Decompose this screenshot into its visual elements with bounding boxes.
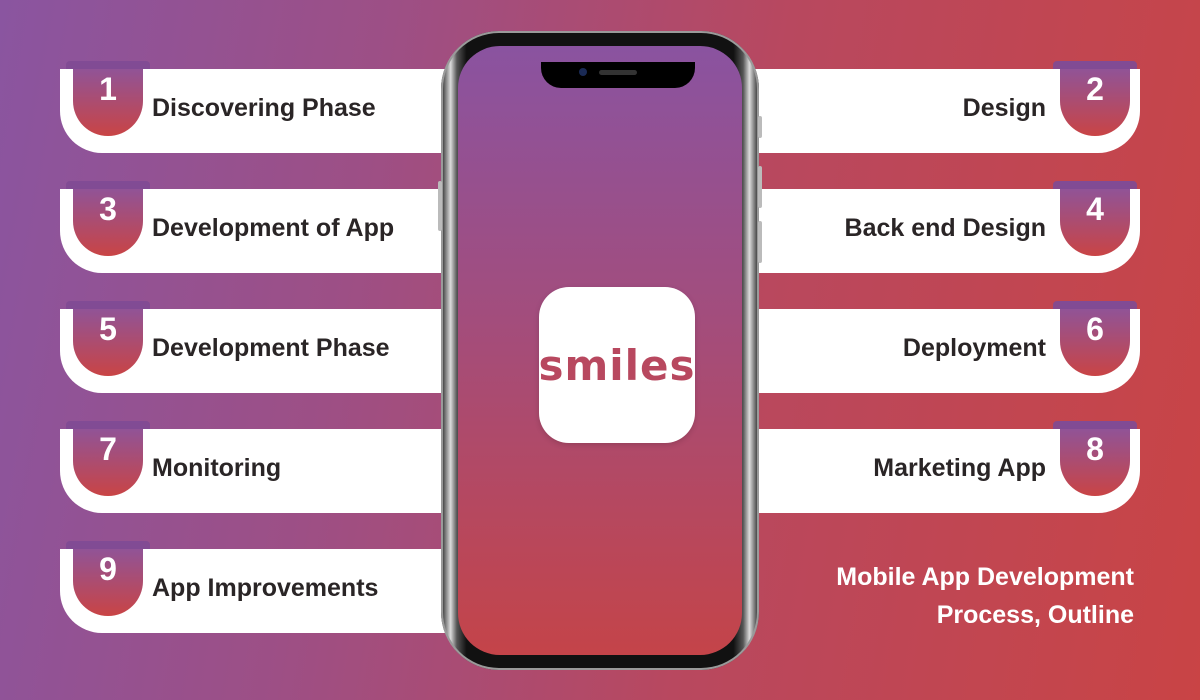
step-card-2: 2 Design	[750, 61, 1140, 153]
step-number: 4	[1086, 191, 1104, 227]
step-badge: 1	[66, 61, 150, 136]
phone-side-button	[758, 221, 762, 263]
step-number: 2	[1086, 71, 1104, 107]
step-badge: 8	[1053, 421, 1137, 496]
step-badge: 7	[66, 421, 150, 496]
step-card-7: 7 Monitoring	[60, 421, 450, 513]
step-card-9: 9 App Improvements	[60, 541, 450, 633]
app-logo-text: smiles	[538, 340, 696, 390]
step-badge: 4	[1053, 181, 1137, 256]
title-line-1: Mobile App Development	[836, 563, 1134, 591]
step-label: Back end Design	[844, 214, 1046, 242]
step-badge: 3	[66, 181, 150, 256]
speaker-icon	[599, 70, 637, 75]
phone-side-button	[758, 116, 762, 138]
step-badge: 2	[1053, 61, 1137, 136]
step-card-5: 5 Development Phase	[60, 301, 450, 393]
phone-side-button	[758, 166, 762, 208]
step-card-1: 1 Discovering Phase	[60, 61, 450, 153]
step-number: 8	[1086, 431, 1104, 467]
step-card-3: 3 Development of App	[60, 181, 450, 273]
phone-screen: smiles	[458, 46, 742, 655]
step-number: 9	[99, 551, 117, 587]
step-label: Discovering Phase	[152, 94, 376, 122]
step-number: 3	[99, 191, 117, 227]
step-number: 1	[99, 71, 117, 107]
step-card-4: 4 Back end Design	[750, 181, 1140, 273]
step-card-6: 6 Deployment	[750, 301, 1140, 393]
page-title: Mobile App Development Process, Outline	[836, 558, 1134, 634]
camera-icon	[579, 68, 587, 76]
step-badge: 5	[66, 301, 150, 376]
step-label: Monitoring	[152, 454, 282, 482]
step-card-8: 8 Marketing App	[750, 421, 1140, 513]
step-label: Development Phase	[152, 334, 390, 362]
step-badge: 6	[1053, 301, 1137, 376]
phone-side-button	[438, 181, 442, 231]
step-label: App Improvements	[152, 574, 379, 602]
step-label: Design	[962, 94, 1046, 122]
step-label: Development of App	[152, 214, 395, 242]
step-number: 7	[99, 431, 117, 467]
step-number: 5	[99, 311, 117, 347]
step-badge: 9	[66, 541, 150, 616]
title-line-2: Process, Outline	[936, 601, 1134, 629]
phone-notch	[541, 62, 695, 88]
app-icon[interactable]: smiles	[538, 287, 696, 443]
step-label: Deployment	[902, 334, 1046, 362]
step-number: 6	[1086, 311, 1104, 347]
phone-mockup: smiles	[438, 31, 762, 670]
step-label: Marketing App	[873, 454, 1046, 482]
